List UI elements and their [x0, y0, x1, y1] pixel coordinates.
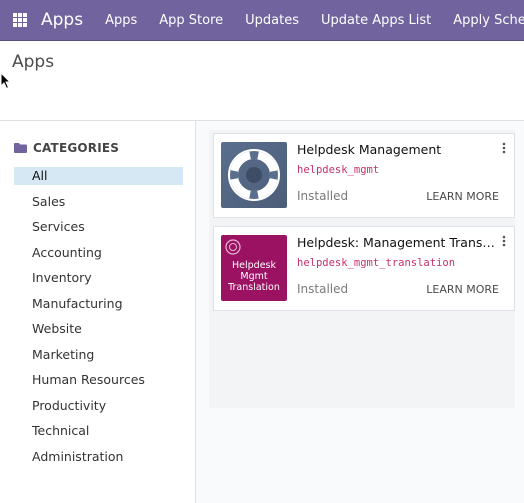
learn-more-button[interactable]: LEARN MORE — [426, 283, 499, 296]
app-brand[interactable]: Apps — [41, 10, 83, 30]
category-services[interactable]: Services — [14, 218, 183, 244]
category-technical[interactable]: Technical — [14, 422, 183, 448]
learn-more-button[interactable]: LEARN MORE — [426, 190, 499, 203]
category-marketing[interactable]: Marketing — [14, 346, 183, 372]
mouse-cursor-icon — [0, 72, 12, 90]
lifebuoy-icon — [221, 142, 287, 208]
category-productivity[interactable]: Productivity — [14, 397, 183, 423]
app-card[interactable]: Helpdesk Mgmt Translation Helpdesk: Mana… — [213, 226, 515, 311]
category-human-resources[interactable]: Human Resources — [14, 371, 183, 397]
kebab-menu-icon[interactable] — [502, 235, 506, 247]
app-status: Installed — [297, 282, 349, 296]
menu-updates[interactable]: Updates — [245, 13, 299, 28]
app-card[interactable]: Helpdesk Management helpdesk_mgmt Instal… — [213, 133, 515, 218]
category-administration[interactable]: Administration — [14, 448, 183, 474]
menu-app-store[interactable]: App Store — [159, 13, 223, 28]
category-accounting[interactable]: Accounting — [14, 244, 183, 270]
top-navbar: Apps Apps App Store Updates Update Apps … — [0, 0, 524, 41]
app-status: Installed — [297, 189, 349, 203]
icon-text: Helpdesk Mgmt Translation — [228, 260, 280, 293]
category-list: All Sales Services Accounting Inventory … — [14, 167, 183, 473]
categories-header-label: CATEGORIES — [33, 141, 120, 155]
apps-menu-icon[interactable] — [13, 13, 27, 27]
categories-header: CATEGORIES — [14, 141, 119, 155]
category-sales[interactable]: Sales — [14, 193, 183, 219]
app-technical-name: helpdesk_mgmt_translation — [297, 257, 456, 269]
category-website[interactable]: Website — [14, 320, 183, 346]
category-inventory[interactable]: Inventory — [14, 269, 183, 295]
kebab-menu-icon[interactable] — [502, 142, 506, 154]
category-sidebar: CATEGORIES All Sales Services Accounting… — [0, 121, 196, 503]
menu-update-apps-list[interactable]: Update Apps List — [321, 13, 431, 28]
category-manufacturing[interactable]: Manufacturing — [14, 295, 183, 321]
control-panel: Apps — [0, 41, 524, 121]
app-technical-name: helpdesk_mgmt — [297, 164, 380, 176]
menu-apply-scheduled-upgrades[interactable]: Apply Scheduled Upgrades — [453, 13, 524, 28]
menu-apps[interactable]: Apps — [105, 13, 137, 28]
app-title: Helpdesk: Management Translation — [297, 235, 497, 250]
folder-icon — [14, 143, 27, 153]
app-title: Helpdesk Management — [297, 142, 442, 157]
category-all[interactable]: All — [14, 167, 183, 185]
helpdesk-translation-icon: Helpdesk Mgmt Translation — [221, 235, 287, 301]
breadcrumb: Apps — [12, 52, 55, 72]
